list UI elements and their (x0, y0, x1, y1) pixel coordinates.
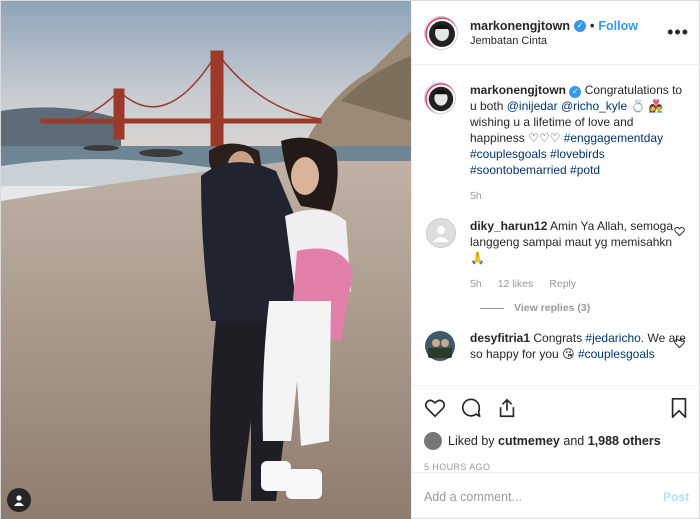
user-tags-button[interactable] (7, 488, 31, 512)
ring-emoji: 💍 (630, 99, 646, 113)
liker-username[interactable]: cutmemey (498, 434, 560, 448)
like-icon[interactable] (424, 397, 446, 419)
post-comment-button[interactable]: Post (663, 490, 689, 504)
comment-meta: 5h 12 likes Reply (470, 276, 689, 292)
commenter-avatar[interactable] (426, 218, 456, 248)
share-icon[interactable] (496, 397, 518, 419)
post-photo[interactable] (1, 1, 411, 519)
caption-time[interactable]: 5h (470, 188, 482, 204)
view-replies-label: View replies (3) (514, 302, 591, 314)
hearts-emoji: ♡♡♡ (528, 131, 561, 145)
comment-username[interactable]: diky_harun12 (470, 219, 547, 233)
pray-emoji: 🙏 (470, 251, 485, 265)
caption-avatar[interactable] (424, 82, 456, 114)
likes-count[interactable]: 1,988 others (588, 434, 661, 448)
post-timestamp[interactable]: 5 HOURS AGO (424, 462, 689, 472)
replies-divider (480, 307, 504, 309)
comment-hashtag[interactable]: #couplesgoals (578, 347, 655, 361)
add-comment-bar: Post (412, 472, 700, 519)
comment-hashtag[interactable]: #jedaricho (585, 331, 640, 345)
likes-summary: Liked by cutmemey and 1,988 others (424, 432, 689, 450)
comment-likes[interactable]: 12 likes (498, 276, 534, 292)
verified-icon: ✓ (574, 19, 587, 32)
comment-item: diky_harun12 Amin Ya Allah, semoga langg… (424, 218, 689, 292)
view-replies-button[interactable]: View replies (3) (480, 302, 689, 314)
comment-text: Congrats (533, 331, 583, 345)
header-text: markonengjtown ✓ • Follow Jembatan Cinta (470, 19, 667, 47)
liker-avatar[interactable] (424, 432, 442, 450)
likes-prefix: Liked by (448, 434, 495, 448)
more-options-icon[interactable]: ••• (667, 22, 689, 43)
commenter-avatar[interactable] (424, 330, 456, 362)
mention-link[interactable]: @inijedar (507, 99, 558, 113)
save-bookmark-icon[interactable] (669, 397, 689, 419)
person-icon (14, 495, 24, 506)
caption-meta: 5h (470, 188, 689, 204)
commenter-avatar-image (425, 331, 455, 361)
comment-icon[interactable] (460, 397, 482, 419)
comments-list[interactable]: markonengjtown ✓ Congratulations to u bo… (412, 66, 700, 384)
heart-icon[interactable] (674, 338, 685, 349)
location-link[interactable]: Jembatan Cinta (470, 35, 667, 47)
action-icons (424, 396, 689, 420)
default-avatar-icon (433, 226, 449, 242)
author-username[interactable]: markonengjtown (470, 19, 570, 33)
likes-middle: and (563, 434, 585, 448)
beach-couple-image (1, 1, 411, 519)
caption-avatar-image (425, 83, 455, 113)
follow-button[interactable]: Follow (598, 19, 638, 33)
author-avatar[interactable] (424, 15, 458, 50)
comment-time[interactable]: 5h (470, 276, 482, 292)
caption: markonengjtown ✓ Congratulations to u bo… (424, 82, 689, 204)
couple-emoji: 👩‍❤️‍👨 (648, 99, 664, 113)
caption-body: markonengjtown ✓ Congratulations to u bo… (470, 82, 689, 204)
post-side-panel: markonengjtown ✓ • Follow Jembatan Cinta… (411, 1, 700, 519)
verified-icon: ✓ (569, 86, 582, 98)
post-header: markonengjtown ✓ • Follow Jembatan Cinta… (412, 1, 700, 65)
comment-item: desyfitria1 Congrats #jedaricho. We are … (424, 330, 689, 362)
post-actions: Liked by cutmemey and 1,988 others 5 HOU… (412, 385, 700, 472)
comment-body: diky_harun12 Amin Ya Allah, semoga langg… (470, 218, 689, 292)
reply-button[interactable]: Reply (549, 276, 576, 292)
instagram-post: markonengjtown ✓ • Follow Jembatan Cinta… (0, 0, 700, 519)
author-avatar-image (425, 16, 457, 49)
caption-username[interactable]: markonengjtown (470, 83, 566, 97)
comment-username[interactable]: desyfitria1 (470, 331, 530, 345)
kiss-emoji: 😘 (562, 347, 575, 361)
mention-link[interactable]: @richo_kyle (561, 99, 627, 113)
separator-dot: • (590, 18, 595, 33)
comment-input[interactable] (424, 489, 663, 504)
header-row: markonengjtown ✓ • Follow (470, 19, 667, 33)
comment-body: desyfitria1 Congrats #jedaricho. We are … (470, 330, 689, 362)
heart-icon[interactable] (674, 226, 685, 237)
